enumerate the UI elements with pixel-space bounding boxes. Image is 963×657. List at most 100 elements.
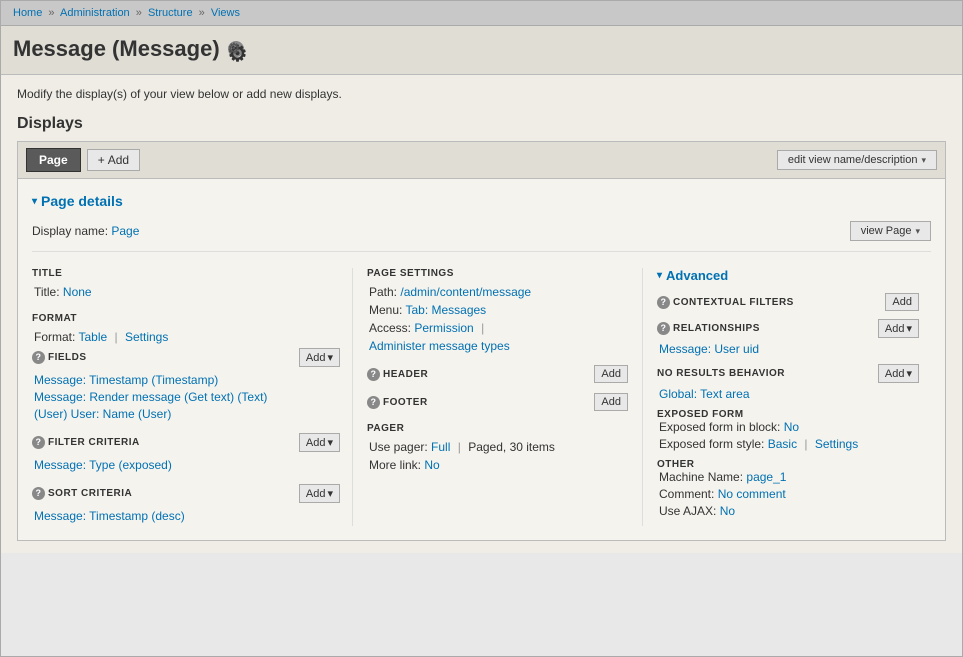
col-middle: PAGE SETTINGS Path: /admin/content/messa… xyxy=(352,268,642,526)
relationships-section: ? RELATIONSHIPS Add ▾ Message: User uid xyxy=(657,319,919,356)
col-right: ▾ Advanced ? CONTEXTUAL FILTERS Add xyxy=(642,268,931,526)
add-sort-button[interactable]: Add ▾ xyxy=(299,484,340,503)
access-link[interactable]: Permission xyxy=(414,321,473,335)
view-page-label: view Page xyxy=(861,225,912,237)
breadcrumb-structure[interactable]: Structure xyxy=(148,7,193,19)
exposed-form-block-link[interactable]: No xyxy=(784,420,799,434)
more-link-link[interactable]: No xyxy=(424,458,439,472)
no-results-link[interactable]: Global: Text area xyxy=(659,387,750,401)
page-header: Message (Message) ⚙ xyxy=(1,26,962,75)
add-contextual-button[interactable]: Add xyxy=(885,293,919,311)
display-name-label: Display name: xyxy=(32,224,108,238)
field-link-2[interactable]: (User) User: Name (User) xyxy=(34,407,171,421)
exposed-form-text: EXPOSED FORM xyxy=(657,409,744,420)
other-text: OTHER xyxy=(657,459,695,470)
display-name-link[interactable]: Page xyxy=(111,224,139,238)
dropdown-arrow-icon: ▾ xyxy=(921,155,926,166)
edit-view-label: edit view name/description xyxy=(788,154,918,166)
filter-help-icon[interactable]: ? xyxy=(32,436,45,449)
fields-label: ? FIELDS xyxy=(32,351,87,364)
contextual-help-icon[interactable]: ? xyxy=(657,296,670,309)
exposed-form-section: EXPOSED FORM Exposed form in block: No E… xyxy=(657,409,919,451)
plus-icon: + xyxy=(98,153,105,167)
filter-dropdown-arrow-icon: ▾ xyxy=(327,436,333,449)
path-value: Path: /admin/content/message xyxy=(367,285,628,299)
advanced-triangle-icon: ▾ xyxy=(657,270,662,281)
footer-help-icon[interactable]: ? xyxy=(367,396,380,409)
no-results-text: NO RESULTS BEHAVIOR xyxy=(657,368,785,379)
format-settings-link[interactable]: Settings xyxy=(125,330,168,344)
filter-link-0[interactable]: Message: Type (exposed) xyxy=(34,458,172,472)
filter-header: ? FILTER CRITERIA Add ▾ xyxy=(32,433,340,452)
contextual-filters-section: ? CONTEXTUAL FILTERS Add xyxy=(657,293,919,311)
comment: Comment: No comment xyxy=(657,487,919,501)
sort-label: ? SORT CRITERIA xyxy=(32,487,132,500)
ajax-link[interactable]: No xyxy=(720,504,735,518)
relationships-help-icon[interactable]: ? xyxy=(657,322,670,335)
fields-dropdown-arrow-icon: ▾ xyxy=(327,351,333,364)
advanced-title: Advanced xyxy=(666,268,728,283)
add-label: Add xyxy=(108,153,129,167)
pager-link[interactable]: Full xyxy=(431,440,450,454)
ajax: Use AJAX: No xyxy=(657,504,919,518)
fields-header: ? FIELDS Add ▾ xyxy=(32,348,340,367)
relationships-text: RELATIONSHIPS xyxy=(673,323,760,334)
format-value: Format: Table | Settings xyxy=(32,330,340,344)
exposed-form-settings-link[interactable]: Settings xyxy=(815,437,858,451)
view-page-button[interactable]: view Page ▾ xyxy=(850,221,931,241)
footer-header: ? FOOTER Add xyxy=(367,393,628,411)
access-extra: Administer message types xyxy=(367,339,628,353)
display-name-row: Display name: Page view Page ▾ xyxy=(32,221,931,252)
sort-header: ? SORT CRITERIA Add ▾ xyxy=(32,484,340,503)
header-help-icon[interactable]: ? xyxy=(367,368,380,381)
no-results-dropdown-icon: ▾ xyxy=(906,367,912,380)
relationship-dropdown-icon: ▾ xyxy=(906,322,912,335)
header-heading-text: HEADER xyxy=(383,369,428,380)
title-link[interactable]: None xyxy=(63,285,92,299)
add-header-button[interactable]: Add xyxy=(594,365,628,383)
relationships-title: ? RELATIONSHIPS xyxy=(657,322,760,335)
no-results-header: NO RESULTS BEHAVIOR Add ▾ xyxy=(657,364,919,383)
view-content-area: ▾ Page details Display name: Page view P… xyxy=(17,179,946,541)
path-link[interactable]: /admin/content/message xyxy=(400,285,531,299)
breadcrumb-home[interactable]: Home xyxy=(13,7,42,19)
field-link-1[interactable]: Message: Render message (Get text) (Text… xyxy=(34,390,267,404)
page-title: Message (Message) ⚙ xyxy=(13,36,950,62)
title-value: Title: None xyxy=(32,285,340,299)
gear-icon[interactable]: ⚙ xyxy=(228,41,244,57)
access-extra-link[interactable]: Administer message types xyxy=(369,339,510,353)
main-content: Modify the display(s) of your view below… xyxy=(1,75,962,553)
menu-link[interactable]: Tab: Messages xyxy=(405,303,486,317)
edit-view-name-button[interactable]: edit view name/description ▾ xyxy=(777,150,937,170)
comment-link[interactable]: No comment xyxy=(718,487,786,501)
add-relationship-button[interactable]: Add ▾ xyxy=(878,319,919,338)
exposed-form-style-link[interactable]: Basic xyxy=(768,437,797,451)
access-value: Access: Permission | xyxy=(367,321,628,335)
breadcrumb-admin[interactable]: Administration xyxy=(60,7,130,19)
relationships-link[interactable]: Message: User uid xyxy=(659,342,759,356)
machine-name-link[interactable]: page_1 xyxy=(746,470,786,484)
format-link[interactable]: Table xyxy=(78,330,107,344)
more-link-value: More link: No xyxy=(367,458,628,472)
sort-help-icon[interactable]: ? xyxy=(32,487,45,500)
field-item: Message: Timestamp (Timestamp) xyxy=(32,373,340,387)
page-details-title: Page details xyxy=(41,193,123,209)
fields-help-icon[interactable]: ? xyxy=(32,351,45,364)
sort-heading-text: SORT CRITERIA xyxy=(48,488,132,499)
contextual-filters-title: ? CONTEXTUAL FILTERS xyxy=(657,296,794,309)
breadcrumb-views[interactable]: Views xyxy=(211,7,240,19)
sort-link-0[interactable]: Message: Timestamp (desc) xyxy=(34,509,185,523)
add-no-results-button[interactable]: Add ▾ xyxy=(878,364,919,383)
contextual-filters-text: CONTEXTUAL FILTERS xyxy=(673,297,794,308)
format-heading: FORMAT xyxy=(32,313,340,324)
footer-heading-text: FOOTER xyxy=(383,397,428,408)
add-filter-button[interactable]: Add ▾ xyxy=(299,433,340,452)
tab-page[interactable]: Page xyxy=(26,148,81,172)
add-footer-button[interactable]: Add xyxy=(594,393,628,411)
no-results-title: NO RESULTS BEHAVIOR xyxy=(657,368,785,379)
relationships-value: Message: User uid xyxy=(657,342,919,356)
title-heading: TITLE xyxy=(32,268,340,279)
add-field-button[interactable]: Add ▾ xyxy=(299,348,340,367)
add-display-button[interactable]: + Add xyxy=(87,149,140,171)
field-link-0[interactable]: Message: Timestamp (Timestamp) xyxy=(34,373,218,387)
